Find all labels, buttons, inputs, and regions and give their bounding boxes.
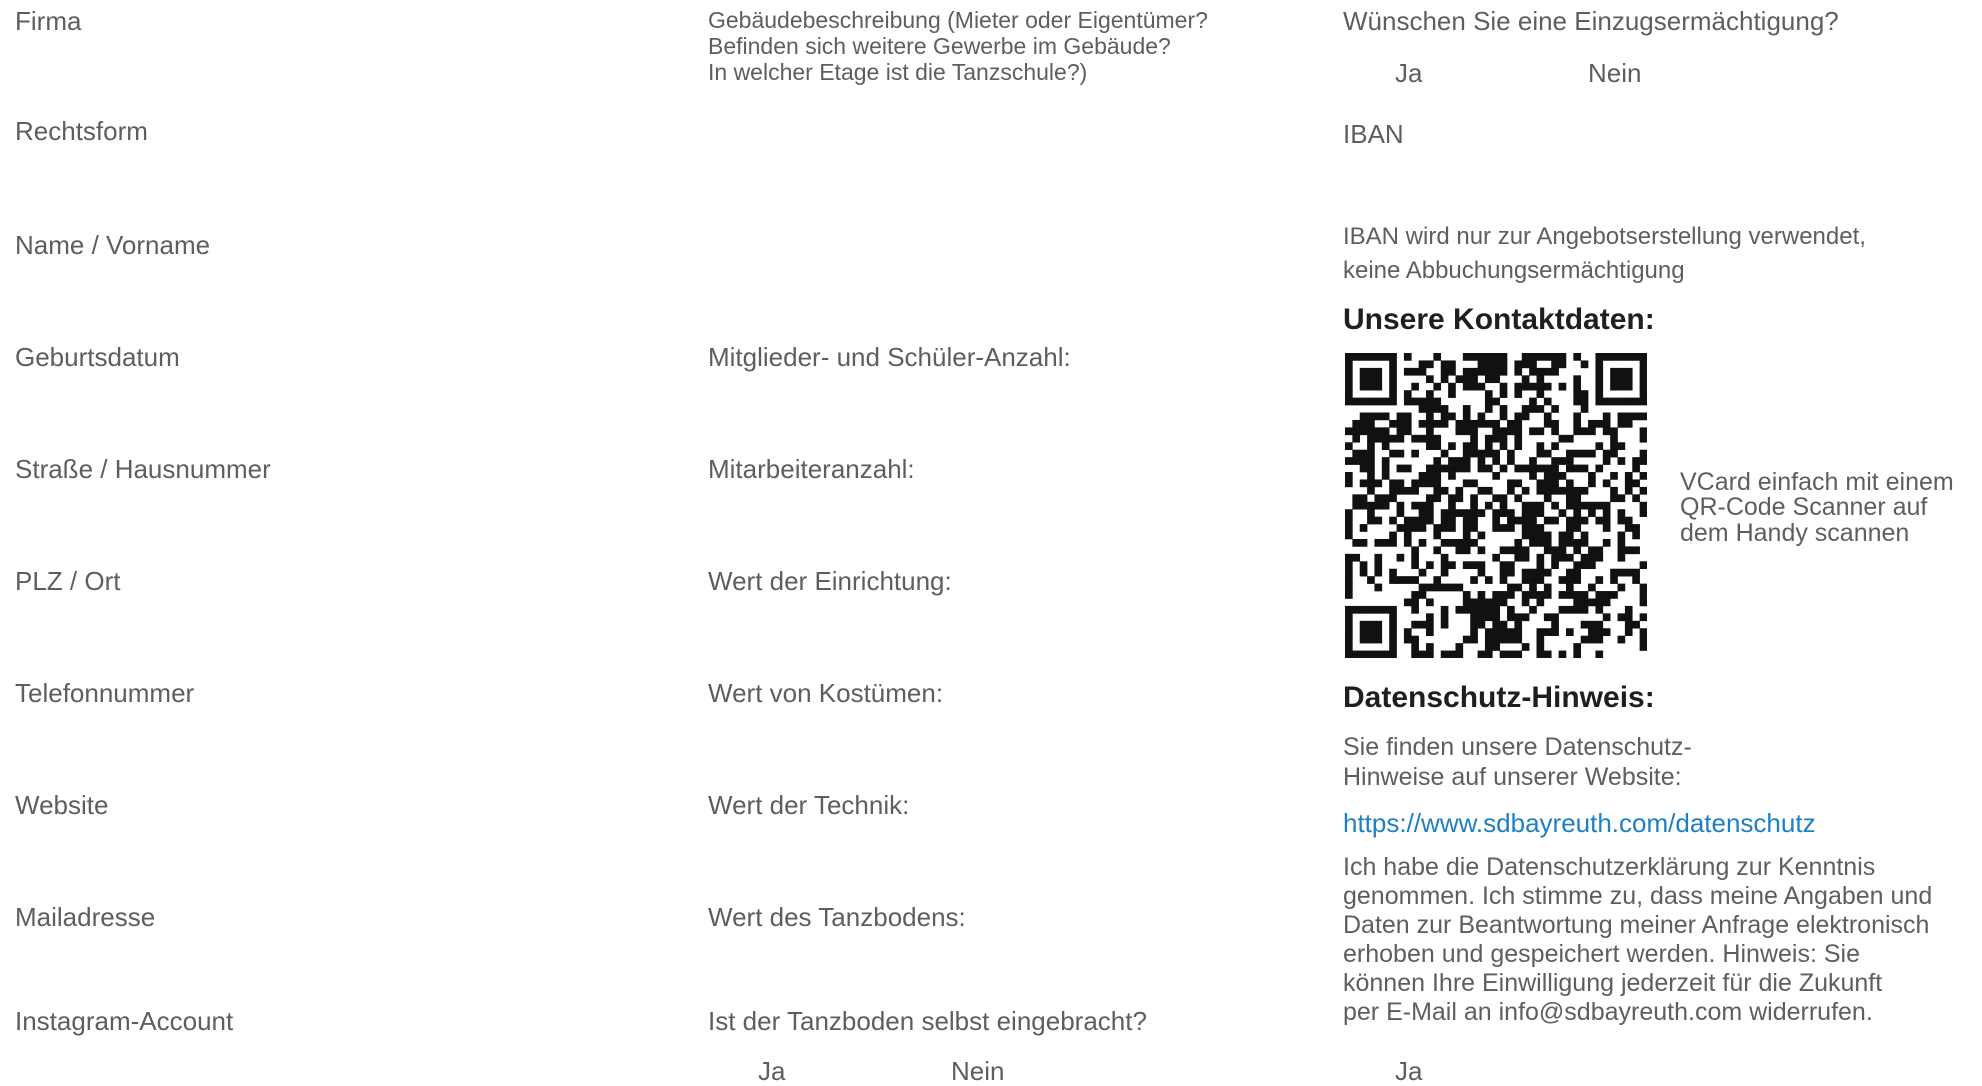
- consent-line-4: erhoben und gespeichert werden. Hinweis:…: [1343, 940, 1860, 968]
- direct-debit-option-ja[interactable]: Ja: [1395, 60, 1422, 86]
- field-label-tanzboden-eingebracht: Ist der Tanzboden selbst eingebracht?: [708, 1006, 1147, 1036]
- consent-line-2: genommen. Ich stimme zu, dass meine Anga…: [1343, 882, 1933, 910]
- consent-line-6: per E-Mail an info@sdbayreuth.com widerr…: [1343, 998, 1873, 1026]
- tanzboden-option-ja[interactable]: Ja: [758, 1058, 785, 1084]
- privacy-link[interactable]: https://www.sdbayreuth.com/datenschutz: [1343, 810, 1816, 836]
- field-label-iban: IBAN: [1343, 119, 1404, 149]
- field-label-wert-tanzboden: Wert des Tanzbodens:: [708, 902, 966, 932]
- iban-note-line-1: IBAN wird nur zur Angebotserstellung ver…: [1343, 223, 1866, 250]
- tanzboden-option-nein[interactable]: Nein: [951, 1058, 1004, 1084]
- field-label-firma: Firma: [15, 6, 82, 36]
- field-label-wert-einrichtung: Wert der Einrichtung:: [708, 566, 952, 596]
- field-label-website: Website: [15, 790, 109, 820]
- consent-line-5: können Ihre Einwilligung jederzeit für d…: [1343, 969, 1883, 997]
- field-label-strasse: Straße / Hausnummer: [15, 454, 271, 484]
- field-label-mail: Mailadresse: [15, 902, 156, 932]
- privacy-intro-line-1: Sie finden unsere Datenschutz-: [1343, 733, 1692, 761]
- building-description-line-2: Befinden sich weitere Gewerbe im Gebäude…: [708, 33, 1171, 59]
- field-label-name: Name / Vorname: [15, 230, 211, 260]
- field-label-telefon: Telefonnummer: [15, 678, 195, 708]
- consent-line-3: Daten zur Beantwortung meiner Anfrage el…: [1343, 911, 1930, 939]
- contact-heading: Unsere Kontaktdaten:: [1343, 303, 1655, 336]
- privacy-intro-line-2: Hinweise auf unserer Website:: [1343, 763, 1682, 791]
- field-label-mitarbeiter: Mitarbeiteranzahl:: [708, 454, 915, 484]
- direct-debit-option-nein[interactable]: Nein: [1588, 60, 1641, 86]
- field-label-plz-ort: PLZ / Ort: [15, 566, 121, 596]
- field-label-wert-technik: Wert der Technik:: [708, 790, 910, 820]
- field-label-instagram: Instagram-Account: [15, 1006, 234, 1036]
- privacy-heading: Datenschutz-Hinweis:: [1343, 681, 1655, 714]
- iban-note-line-2: keine Abbuchungsermächtigung: [1343, 257, 1685, 284]
- vcard-hint-line-2: QR-Code Scanner auf: [1680, 493, 1928, 521]
- field-label-geburtsdatum: Geburtsdatum: [15, 342, 180, 372]
- building-description-line-3: In welcher Etage ist die Tanzschule?): [708, 59, 1088, 85]
- consent-line-1: Ich habe die Datenschutzerklärung zur Ke…: [1343, 853, 1876, 881]
- direct-debit-question: Wünschen Sie eine Einzugsermächtigung?: [1343, 6, 1839, 36]
- field-label-mitglieder: Mitglieder- und Schüler-Anzahl:: [708, 342, 1071, 372]
- vcard-qr-code-icon: [1345, 353, 1647, 658]
- vcard-hint-line-3: dem Handy scannen: [1680, 519, 1910, 547]
- field-label-rechtsform: Rechtsform: [15, 116, 148, 146]
- consent-option-ja[interactable]: Ja: [1395, 1058, 1422, 1084]
- building-description-line-1: Gebäudebeschreibung (Mieter oder Eigentü…: [708, 7, 1208, 33]
- field-label-wert-kostueme: Wert von Kostümen:: [708, 678, 944, 708]
- vcard-hint-line-1: VCard einfach mit einem: [1680, 468, 1954, 496]
